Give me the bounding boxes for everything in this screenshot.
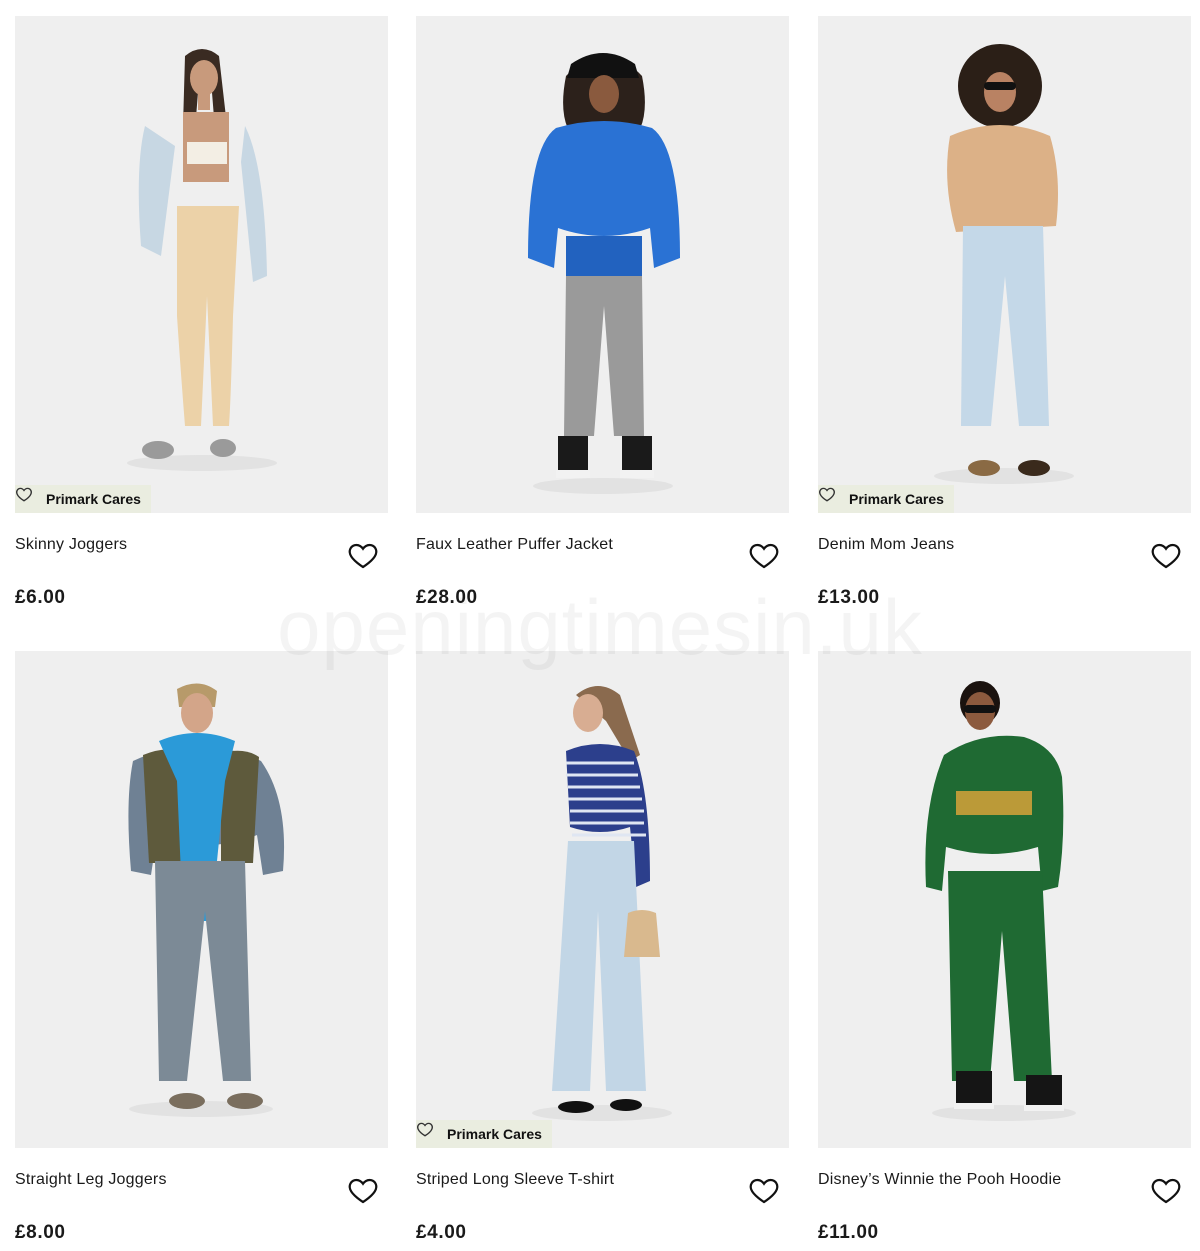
product-price: £4.00 [416,1222,467,1243]
product-price: £13.00 [818,587,880,608]
heart-outline-icon [16,487,39,508]
heart-outline-icon [749,543,779,569]
add-to-wishlist-button[interactable] [1150,540,1182,572]
product-card[interactable]: Straight Leg Joggers £8.00 [15,651,388,1251]
product-image[interactable]: Primark Cares [416,651,789,1148]
add-to-wishlist-button[interactable] [1150,1175,1182,1207]
heart-outline-icon [348,543,378,569]
product-card[interactable]: Faux Leather Puffer Jacket £28.00 [416,16,789,616]
product-grid: Primark Cares Skinny Joggers £6.00 Faux … [0,0,1200,1249]
model-photo-straight-leg-joggers [15,651,388,1148]
product-name[interactable]: Straight Leg Joggers [15,1171,335,1189]
product-card[interactable]: Primark Cares Skinny Joggers £6.00 [15,16,388,616]
heart-outline-icon [417,1122,440,1143]
heart-outline-icon [1151,1178,1181,1204]
model-photo-skinny-joggers [15,16,388,513]
product-image[interactable]: Primark Cares [15,16,388,513]
model-photo-mom-jeans [818,16,1191,513]
product-name[interactable]: Skinny Joggers [15,536,335,554]
badge-label: Primark Cares [849,491,944,507]
product-image[interactable]: Primark Cares [818,16,1191,513]
heart-outline-icon [348,1178,378,1204]
product-name[interactable]: Disney’s Winnie the Pooh Hoodie [818,1171,1138,1189]
primark-cares-badge: Primark Cares [15,485,151,513]
model-photo-pooh-hoodie [818,651,1191,1148]
product-image[interactable] [818,651,1191,1148]
badge-label: Primark Cares [46,491,141,507]
product-price: £6.00 [15,587,66,608]
add-to-wishlist-button[interactable] [748,1175,780,1207]
heart-outline-icon [819,487,842,508]
product-card[interactable]: Primark Cares Striped Long Sleeve T-shir… [416,651,789,1251]
heart-outline-icon [1151,543,1181,569]
product-image[interactable] [15,651,388,1148]
product-card[interactable]: Primark Cares Denim Mom Jeans £13.00 [818,16,1191,616]
heart-outline-icon [749,1178,779,1204]
product-price: £8.00 [15,1222,66,1243]
add-to-wishlist-button[interactable] [748,540,780,572]
add-to-wishlist-button[interactable] [347,1175,379,1207]
product-price: £28.00 [416,587,478,608]
product-name[interactable]: Denim Mom Jeans [818,536,1138,554]
product-image[interactable] [416,16,789,513]
badge-label: Primark Cares [447,1126,542,1142]
primark-cares-badge: Primark Cares [416,1120,552,1148]
product-card[interactable]: Disney’s Winnie the Pooh Hoodie £11.00 [818,651,1191,1251]
add-to-wishlist-button[interactable] [347,540,379,572]
product-price: £11.00 [818,1222,879,1243]
primark-cares-badge: Primark Cares [818,485,954,513]
model-photo-puffer-jacket [416,16,789,513]
product-name[interactable]: Striped Long Sleeve T-shirt [416,1171,736,1189]
model-photo-striped-t-shirt [416,651,789,1148]
product-name[interactable]: Faux Leather Puffer Jacket [416,536,736,554]
